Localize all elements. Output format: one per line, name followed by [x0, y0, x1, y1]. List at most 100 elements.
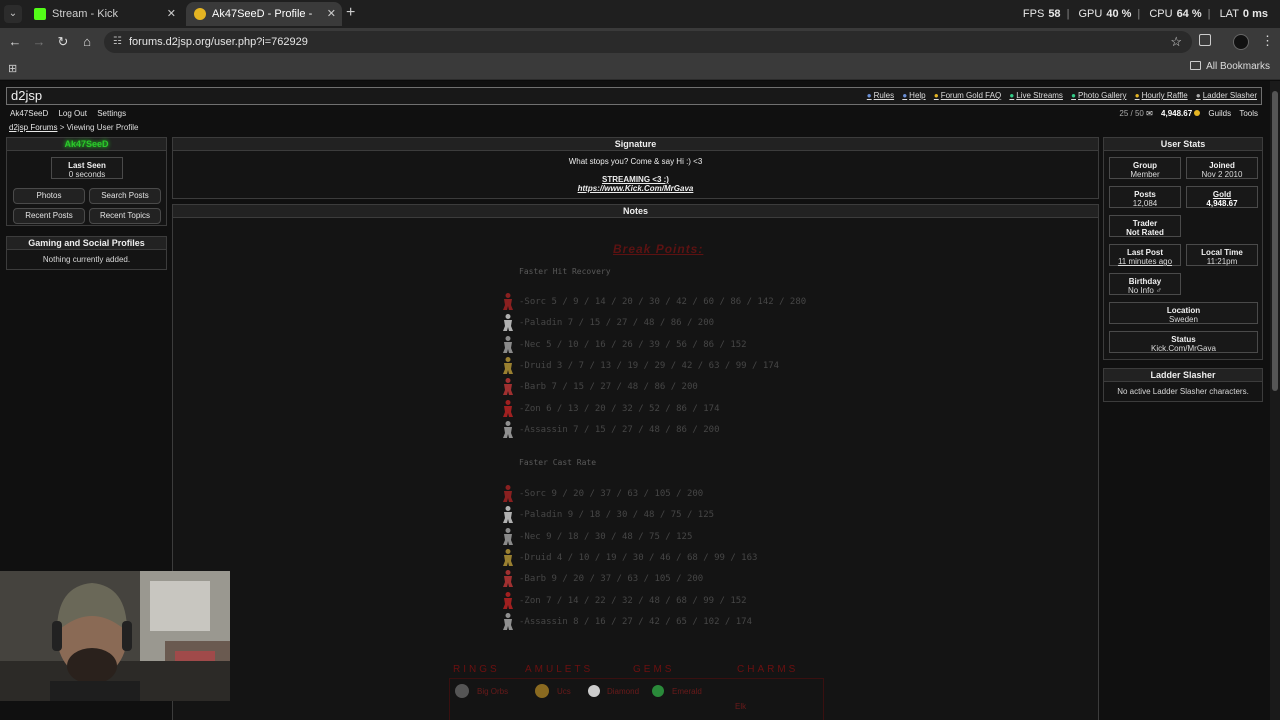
home-icon[interactable]: ⌂	[79, 34, 95, 49]
link-gold-faq[interactable]: ● Forum Gold FAQ	[934, 91, 1001, 100]
gaming-profiles-title: Gaming and Social Profiles	[7, 237, 166, 250]
site-info-icon[interactable]: ☷	[113, 31, 122, 53]
breakpoint-row: -Barb 9 / 20 / 37 / 63 / 105 / 200	[519, 574, 704, 585]
notes-title: Notes	[173, 205, 1098, 218]
logout-link[interactable]: Log Out	[58, 109, 86, 118]
site-logo[interactable]: d2jsp	[11, 88, 42, 104]
breakpoint-row: -Assassin 7 / 15 / 27 / 48 / 86 / 200	[519, 424, 720, 435]
shop-item-emerald: Emerald	[672, 687, 702, 696]
emerald-icon	[652, 685, 664, 697]
shop-header-charms: CHARMS	[737, 664, 799, 675]
guilds-link[interactable]: Guilds	[1208, 109, 1231, 118]
breadcrumb: d2jsp Forums > Viewing User Profile	[9, 123, 139, 132]
character-sprite-icon	[501, 612, 515, 630]
ring-icon	[455, 684, 469, 698]
signature-kick-link[interactable]: https://www.Kick.Com/MrGava	[173, 184, 1098, 193]
stat-last-post[interactable]: Last Post 11 minutes ago	[1109, 244, 1181, 266]
tab-strip: ⌄ Stream - Kick Dashboard ✕ Ak47SeeD - P…	[0, 0, 1280, 44]
gaming-profiles-empty: Nothing currently added.	[42, 255, 131, 264]
search-posts-button[interactable]: Search Posts	[89, 188, 161, 204]
url-field[interactable]: ☷ forums.d2jsp.org/user.php?i=762929 ☆	[104, 31, 1192, 53]
breakpoint-row: -Sorc 5 / 9 / 14 / 20 / 30 / 42 / 60 / 8…	[519, 297, 807, 307]
breakpoint-row: -Druid 3 / 7 / 13 / 19 / 29 / 42 / 63 / …	[519, 360, 780, 371]
raffle-icon: ●	[1134, 91, 1140, 100]
tab-kick-dashboard[interactable]: Stream - Kick Dashboard ✕	[26, 2, 182, 44]
link-ladder-slasher[interactable]: ● Ladder Slasher	[1196, 91, 1257, 100]
character-sprite-icon	[501, 377, 515, 396]
user-link[interactable]: Ak47SeeD	[10, 109, 48, 118]
photos-button[interactable]: Photos	[13, 188, 85, 204]
tab-search-button[interactable]: ⌄	[4, 5, 22, 23]
all-bookmarks-button[interactable]: All Bookmarks	[1190, 61, 1270, 72]
profile-avatar-icon[interactable]	[1233, 34, 1249, 50]
signature-streaming-link[interactable]: STREAMING <3 :)	[173, 175, 1098, 184]
stat-gold[interactable]: Gold 4,948.67	[1186, 186, 1258, 208]
gold-balance[interactable]: 4,948.67	[1161, 109, 1201, 118]
profile-panel: Ak47SeeD Last Seen 0 seconds Photos Searc…	[6, 137, 167, 226]
ladder-slasher-empty: No active Ladder Slasher characters.	[1117, 387, 1249, 396]
profile-username: Ak47SeeD	[64, 139, 109, 149]
breakpoint-row: -Paladin 7 / 15 / 27 / 48 / 86 / 200	[519, 318, 715, 329]
pm-counter[interactable]: 25 / 50 ✉	[1119, 109, 1152, 118]
recent-posts-button[interactable]: Recent Posts	[13, 208, 85, 224]
breadcrumb-current: Viewing User Profile	[66, 123, 139, 132]
last-seen-box: Last Seen 0 seconds	[51, 157, 123, 179]
bookmark-star-icon[interactable]: ☆	[1170, 31, 1182, 53]
browser-menu-icon[interactable]: ⋮	[1261, 33, 1274, 49]
character-sprite-icon	[501, 527, 515, 545]
fhr-title: Faster Hit Recovery	[519, 267, 611, 276]
character-sprite-icon	[501, 591, 515, 609]
forward-arrow-icon[interactable]: →	[31, 34, 47, 49]
reload-icon[interactable]: ↻	[55, 34, 71, 50]
notes-panel: Notes Break Points: Faster Hit Recovery …	[172, 204, 1099, 720]
link-photo-gallery[interactable]: ● Photo Gallery	[1071, 91, 1126, 100]
shop-table	[449, 678, 824, 720]
page-scrollbar[interactable]	[1270, 81, 1280, 720]
breakpoint-row: -Nec 5 / 10 / 16 / 26 / 39 / 56 / 86 / 1…	[519, 339, 747, 350]
extensions-icon[interactable]	[1199, 34, 1211, 46]
tab-d2jsp-profile[interactable]: Ak47SeeD - Profile - d2jsp ✕	[186, 2, 342, 44]
fcr-title: Faster Cast Rate	[519, 458, 597, 467]
user-stats-title: User Stats	[1104, 138, 1262, 151]
user-bar: Ak47SeeD Log Out Settings 25 / 50 ✉ 4,94…	[6, 107, 1262, 121]
breadcrumb-root[interactable]: d2jsp Forums	[9, 123, 57, 132]
link-help[interactable]: ● Help	[902, 91, 925, 100]
stat-group: Group Member	[1109, 157, 1181, 179]
character-sprite-icon	[501, 313, 515, 332]
scrollbar-thumb[interactable]	[1272, 91, 1278, 391]
sword-icon: ●	[1195, 91, 1201, 100]
webcam-overlay	[0, 571, 230, 701]
shop-item-ucs: Ucs	[557, 687, 571, 696]
back-arrow-icon[interactable]: ←	[7, 34, 23, 49]
breakpoint-row: -Zon 6 / 13 / 20 / 32 / 52 / 86 / 174	[519, 403, 720, 414]
user-stats-panel: User Stats Group Member Joined Nov 2 2010 …	[1103, 137, 1263, 360]
settings-link[interactable]: Settings	[97, 109, 126, 118]
breakpoints-title: Break Points:	[613, 242, 704, 256]
apps-grid-icon[interactable]: ⊞	[8, 62, 17, 75]
help-icon: ●	[902, 91, 908, 100]
close-tab-icon[interactable]: ✕	[327, 2, 336, 26]
breakpoint-row: -Barb 7 / 15 / 27 / 48 / 86 / 200	[519, 382, 698, 393]
tools-link[interactable]: Tools	[1239, 109, 1258, 118]
stat-joined: Joined Nov 2 2010	[1186, 157, 1258, 179]
folder-icon	[1190, 61, 1202, 70]
character-sprite-icon	[501, 399, 515, 417]
stat-local-time: Local Time 11:21pm	[1186, 244, 1258, 266]
character-sprite-icon	[501, 548, 515, 566]
character-sprite-icon	[501, 292, 515, 310]
mail-icon: ✉	[1146, 109, 1153, 118]
link-live-streams[interactable]: ● Live Streams	[1009, 91, 1063, 100]
recent-topics-button[interactable]: Recent Topics	[89, 208, 161, 224]
stat-trader: Trader Not Rated	[1109, 215, 1181, 237]
shop-header-amulets: AMULETS	[525, 664, 594, 675]
new-tab-button[interactable]: +	[346, 4, 355, 22]
shop-item-diamond: Diamond	[607, 687, 640, 696]
link-rules[interactable]: ● Rules	[867, 91, 894, 100]
shop-item-elk: Elk	[735, 702, 747, 711]
shop-header-rings: RINGS	[453, 664, 500, 675]
notes-body: Break Points: Faster Hit Recovery Faster…	[173, 220, 1098, 720]
performance-overlay: FPS 58 | GPU 40 % | CPU 64 % | LAT 0 ms	[1022, 8, 1268, 20]
profile-username-header: Ak47SeeD	[7, 138, 166, 151]
close-tab-icon[interactable]: ✕	[167, 2, 176, 26]
link-hourly-raffle[interactable]: ● Hourly Raffle	[1135, 91, 1188, 100]
